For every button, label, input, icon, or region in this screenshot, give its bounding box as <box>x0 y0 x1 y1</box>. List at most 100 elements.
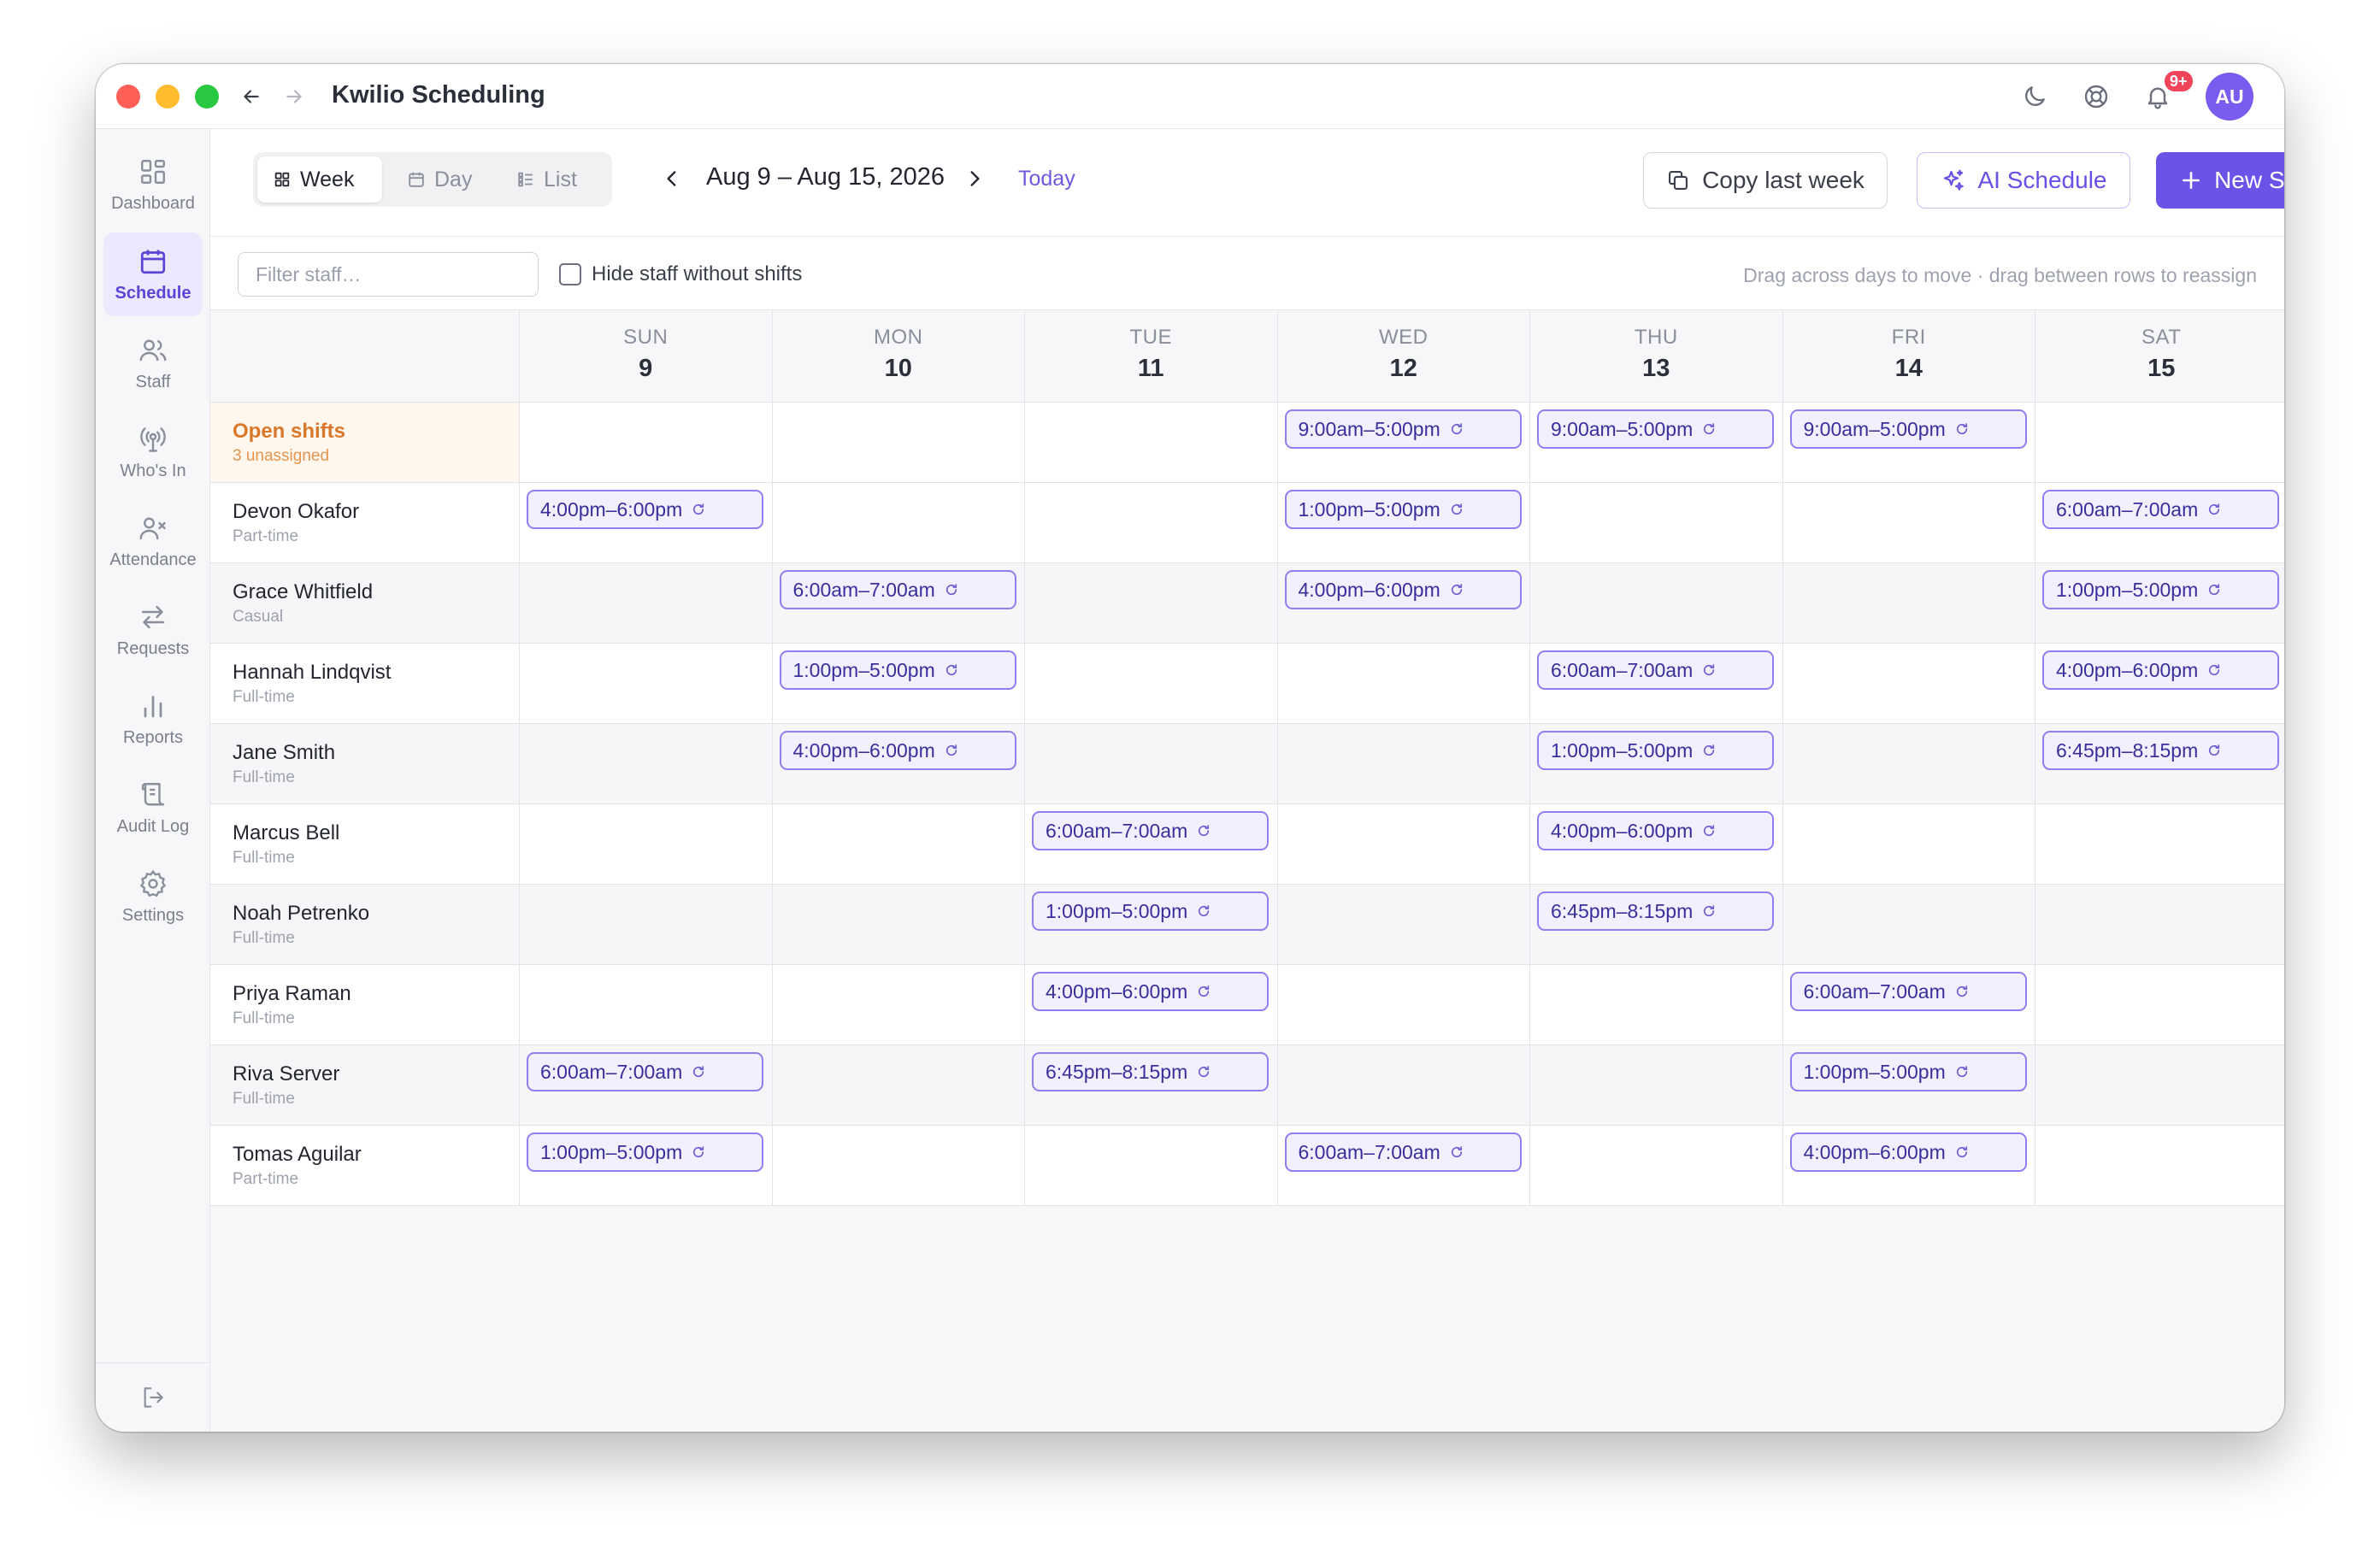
day-cell[interactable] <box>771 804 1025 884</box>
day-cell[interactable] <box>519 563 772 643</box>
sidebar-item-schedule[interactable]: Schedule <box>103 232 203 316</box>
day-cell[interactable] <box>1276 1045 1530 1125</box>
day-cell[interactable]: 4:00pm–6:00pm <box>1782 1126 2035 1205</box>
day-cell[interactable]: 4:00pm–6:00pm <box>771 724 1025 803</box>
shift-chip[interactable]: 6:00am–7:00am <box>1789 972 2027 1011</box>
day-cell[interactable] <box>1024 724 1277 803</box>
day-cell[interactable] <box>519 403 772 482</box>
day-cell[interactable]: 9:00am–5:00pm <box>1782 403 2035 482</box>
day-cell[interactable] <box>771 965 1025 1044</box>
day-cell[interactable] <box>1782 644 2035 723</box>
filter-staff-input[interactable] <box>238 252 539 297</box>
day-cell[interactable] <box>1529 483 1782 562</box>
day-cell[interactable] <box>2035 885 2284 964</box>
hide-staff-checkbox[interactable] <box>559 263 581 285</box>
day-cell[interactable] <box>2035 965 2284 1044</box>
day-cell[interactable] <box>519 965 772 1044</box>
shift-chip[interactable]: 4:00pm–6:00pm <box>1032 972 1269 1011</box>
day-cell[interactable]: 6:00am–7:00am <box>1529 644 1782 723</box>
day-cell[interactable] <box>1276 724 1530 803</box>
day-cell[interactable]: 4:00pm–6:00pm <box>1529 804 1782 884</box>
day-cell[interactable]: 6:45pm–8:15pm <box>1529 885 1782 964</box>
day-cell[interactable] <box>2035 1045 2284 1125</box>
new-shift-button[interactable]: New Shift <box>2156 152 2284 209</box>
day-cell[interactable]: 6:00am–7:00am <box>771 563 1025 643</box>
day-cell[interactable] <box>2035 804 2284 884</box>
sidebar-item-audit-log[interactable]: Audit Log <box>103 766 203 850</box>
day-cell[interactable] <box>1529 965 1782 1044</box>
next-week-button[interactable] <box>957 162 992 196</box>
day-cell[interactable] <box>1782 483 2035 562</box>
day-cell[interactable] <box>1782 885 2035 964</box>
day-cell[interactable] <box>519 885 772 964</box>
shift-chip[interactable]: 4:00pm–6:00pm <box>527 490 763 529</box>
shift-chip[interactable]: 9:00am–5:00pm <box>1789 409 2027 449</box>
day-cell[interactable]: 1:00pm–5:00pm <box>1276 483 1530 562</box>
copy-last-week-button[interactable]: Copy last week <box>1643 152 1888 209</box>
view-day-button[interactable]: Day <box>392 156 494 203</box>
shift-chip[interactable]: 1:00pm–5:00pm <box>1032 891 1269 931</box>
shift-chip[interactable]: 6:00am–7:00am <box>2042 490 2279 529</box>
shift-chip[interactable]: 6:00am–7:00am <box>1032 811 1269 850</box>
sidebar-item-whos-in[interactable]: Who's In <box>103 410 203 494</box>
sidebar-item-reports[interactable]: Reports <box>103 677 203 761</box>
day-cell[interactable] <box>1529 1045 1782 1125</box>
view-week-button[interactable]: Week <box>257 156 382 203</box>
day-cell[interactable] <box>1024 644 1277 723</box>
day-cell[interactable] <box>1276 804 1530 884</box>
day-cell[interactable]: 6:45pm–8:15pm <box>1024 1045 1277 1125</box>
day-cell[interactable] <box>1276 644 1530 723</box>
shift-chip[interactable]: 1:00pm–5:00pm <box>1537 731 1774 770</box>
avatar[interactable]: AU <box>2206 73 2253 121</box>
day-cell[interactable] <box>2035 403 2284 482</box>
shift-chip[interactable]: 9:00am–5:00pm <box>1284 409 1522 449</box>
help-icon[interactable] <box>2079 79 2113 114</box>
day-cell[interactable]: 6:00am–7:00am <box>1782 965 2035 1044</box>
forward-arrow-icon[interactable] <box>277 79 311 114</box>
sidebar-item-dashboard[interactable]: Dashboard <box>103 143 203 226</box>
shift-chip[interactable]: 1:00pm–5:00pm <box>779 650 1016 690</box>
day-cell[interactable] <box>1782 804 2035 884</box>
day-cell[interactable] <box>771 1126 1025 1205</box>
shift-chip[interactable]: 6:45pm–8:15pm <box>1537 891 1774 931</box>
day-cell[interactable] <box>1276 885 1530 964</box>
shift-chip[interactable]: 6:00am–7:00am <box>779 570 1016 609</box>
shift-chip[interactable]: 6:00am–7:00am <box>527 1052 763 1091</box>
shift-chip[interactable]: 4:00pm–6:00pm <box>2042 650 2279 690</box>
day-cell[interactable]: 1:00pm–5:00pm <box>519 1126 772 1205</box>
moon-icon[interactable] <box>2018 79 2052 114</box>
shift-chip[interactable]: 1:00pm–5:00pm <box>1284 490 1522 529</box>
day-cell[interactable]: 6:00am–7:00am <box>1276 1126 1530 1205</box>
day-cell[interactable]: 6:45pm–8:15pm <box>2035 724 2284 803</box>
day-cell[interactable] <box>1529 563 1782 643</box>
day-cell[interactable]: 1:00pm–5:00pm <box>1024 885 1277 964</box>
minimize-window-button[interactable] <box>156 85 180 109</box>
shift-chip[interactable]: 1:00pm–5:00pm <box>1789 1052 2027 1091</box>
ai-schedule-button[interactable]: AI Schedule <box>1917 152 2130 209</box>
day-cell[interactable] <box>1024 403 1277 482</box>
day-cell[interactable] <box>1276 965 1530 1044</box>
shift-chip[interactable]: 4:00pm–6:00pm <box>779 731 1016 770</box>
shift-chip[interactable]: 4:00pm–6:00pm <box>1789 1132 2027 1172</box>
logout-button[interactable] <box>96 1362 210 1432</box>
sidebar-item-requests[interactable]: Requests <box>103 588 203 672</box>
day-cell[interactable]: 6:00am–7:00am <box>519 1045 772 1125</box>
day-cell[interactable]: 4:00pm–6:00pm <box>2035 644 2284 723</box>
sidebar-item-attendance[interactable]: Attendance <box>103 499 203 583</box>
day-cell[interactable] <box>1024 1126 1277 1205</box>
day-cell[interactable] <box>1782 563 2035 643</box>
shift-chip[interactable]: 9:00am–5:00pm <box>1537 409 1774 449</box>
shift-chip[interactable]: 4:00pm–6:00pm <box>1284 570 1522 609</box>
day-cell[interactable]: 6:00am–7:00am <box>2035 483 2284 562</box>
shift-chip[interactable]: 4:00pm–6:00pm <box>1537 811 1774 850</box>
day-cell[interactable]: 6:00am–7:00am <box>1024 804 1277 884</box>
day-cell[interactable]: 4:00pm–6:00pm <box>1276 563 1530 643</box>
day-cell[interactable] <box>1529 1126 1782 1205</box>
day-cell[interactable]: 4:00pm–6:00pm <box>1024 965 1277 1044</box>
shift-chip[interactable]: 6:45pm–8:15pm <box>2042 731 2279 770</box>
day-cell[interactable] <box>1782 724 2035 803</box>
day-cell[interactable]: 1:00pm–5:00pm <box>1529 724 1782 803</box>
view-list-button[interactable]: List <box>501 156 607 203</box>
sidebar-item-settings[interactable]: Settings <box>103 855 203 938</box>
day-cell[interactable] <box>1024 483 1277 562</box>
